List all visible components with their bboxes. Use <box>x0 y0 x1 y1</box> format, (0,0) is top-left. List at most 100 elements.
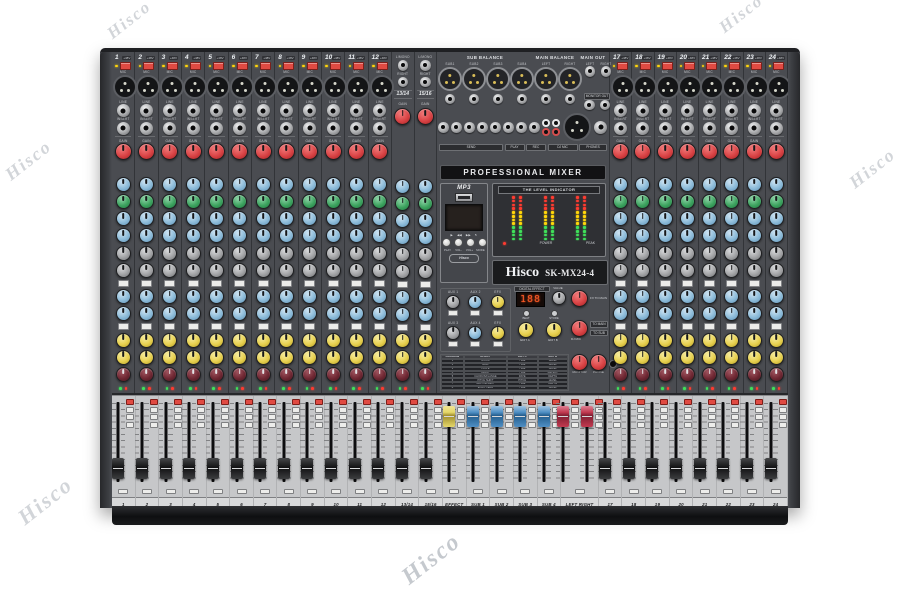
blue-knob[interactable] <box>232 228 247 243</box>
fader-track[interactable] <box>645 398 659 486</box>
yellow-knob[interactable] <box>418 333 433 348</box>
phones-jack[interactable] <box>594 121 607 134</box>
insert-out-jack[interactable] <box>493 94 504 105</box>
blue-knob[interactable] <box>702 289 717 304</box>
eq-switch-button[interactable] <box>771 323 782 330</box>
fader-cap[interactable] <box>278 458 290 479</box>
gain-knob[interactable] <box>161 143 178 160</box>
blue-knob[interactable] <box>256 211 271 226</box>
gray-knob[interactable] <box>186 246 201 261</box>
mute-button[interactable] <box>410 399 418 405</box>
blue-knob[interactable] <box>724 228 739 243</box>
fader-cap[interactable] <box>420 458 432 479</box>
blue-knob[interactable] <box>395 230 410 245</box>
blue-knob[interactable] <box>724 289 739 304</box>
eq-switch-button[interactable] <box>682 280 693 287</box>
pfl-button[interactable] <box>166 489 176 495</box>
maroon-knob[interactable] <box>279 367 294 382</box>
phantom-button[interactable] <box>120 62 131 70</box>
gray-knob[interactable] <box>395 247 410 262</box>
assign-button[interactable] <box>292 422 300 428</box>
blue-knob[interactable] <box>302 228 317 243</box>
assign-button[interactable] <box>268 422 276 428</box>
fader-cap[interactable] <box>765 458 777 479</box>
eq-switch-button[interactable] <box>188 280 199 287</box>
fader-track[interactable] <box>764 398 778 486</box>
blue-knob[interactable] <box>747 289 762 304</box>
fader-cap[interactable] <box>557 406 569 427</box>
maroon-knob[interactable] <box>658 367 673 382</box>
blue-knob[interactable] <box>702 228 717 243</box>
eq-switch-button[interactable] <box>258 323 269 330</box>
gray-knob[interactable] <box>302 263 317 278</box>
mic-xlr-input[interactable] <box>206 75 230 99</box>
assign-button[interactable] <box>386 422 394 428</box>
assign-button[interactable] <box>174 422 182 428</box>
mic-xlr-input[interactable] <box>300 75 324 99</box>
gray-knob[interactable] <box>372 246 387 261</box>
insert-jack[interactable] <box>117 122 130 135</box>
yellow-knob[interactable] <box>116 350 131 365</box>
yellow-knob[interactable] <box>372 333 387 348</box>
fader-cap[interactable] <box>183 458 195 479</box>
line-input-jack[interactable] <box>187 104 200 117</box>
phantom-button[interactable] <box>684 62 695 70</box>
assign-button[interactable] <box>245 422 253 428</box>
blue-knob[interactable] <box>139 306 154 321</box>
blue-knob[interactable] <box>326 177 341 192</box>
assign-button[interactable] <box>386 407 394 413</box>
blue-knob[interactable] <box>162 211 177 226</box>
blue-knob[interactable] <box>326 306 341 321</box>
blue-knob[interactable] <box>613 211 628 226</box>
mute-button[interactable] <box>126 399 134 405</box>
gray-knob[interactable] <box>302 246 317 261</box>
line-input-jack[interactable] <box>659 104 672 117</box>
yellow-knob[interactable] <box>372 350 387 365</box>
eq-switch-button[interactable] <box>188 323 199 330</box>
green-knob[interactable] <box>747 194 762 209</box>
blue-knob[interactable] <box>116 289 131 304</box>
assign-button[interactable] <box>481 407 489 413</box>
assign-button[interactable] <box>150 414 158 420</box>
mic-xlr-input[interactable] <box>745 75 769 99</box>
blue-knob[interactable] <box>186 211 201 226</box>
eq-switch-button[interactable] <box>351 280 362 287</box>
eq-switch-button[interactable] <box>749 323 760 330</box>
assign-button[interactable] <box>660 407 668 413</box>
eq-switch-button[interactable] <box>420 281 431 288</box>
blue-knob[interactable] <box>279 289 294 304</box>
line-input-jack[interactable] <box>703 104 716 117</box>
blue-knob[interactable] <box>769 228 784 243</box>
blue-knob[interactable] <box>680 289 695 304</box>
fader-cap[interactable] <box>646 458 658 479</box>
blue-knob[interactable] <box>209 177 224 192</box>
assign-button[interactable] <box>126 407 134 413</box>
value-knob[interactable] <box>552 291 566 305</box>
aux-switch-button[interactable] <box>448 310 458 316</box>
blue-knob[interactable] <box>769 306 784 321</box>
eq-switch-button[interactable] <box>258 280 269 287</box>
fader-track[interactable] <box>537 398 551 486</box>
blue-knob[interactable] <box>418 213 433 228</box>
line-input-jack[interactable] <box>140 104 153 117</box>
fader-cap[interactable] <box>207 458 219 479</box>
mute-button[interactable] <box>268 399 276 405</box>
green-knob[interactable] <box>680 194 695 209</box>
pfl-button[interactable] <box>605 489 615 495</box>
pfl-button[interactable] <box>652 489 662 495</box>
eq-switch-button[interactable] <box>164 280 175 287</box>
blue-knob[interactable] <box>658 228 673 243</box>
fader-track[interactable] <box>253 398 267 486</box>
mic-xlr-input[interactable] <box>230 75 254 99</box>
phantom-button[interactable] <box>751 62 762 70</box>
eq-switch-button[interactable] <box>726 280 737 287</box>
fader-track[interactable] <box>513 398 527 486</box>
insert-jack[interactable] <box>614 122 627 135</box>
yellow-knob[interactable] <box>724 333 739 348</box>
assign-button[interactable] <box>613 422 621 428</box>
maroon-knob[interactable] <box>680 367 695 382</box>
assign-button[interactable] <box>505 422 513 428</box>
pfl-button[interactable] <box>118 489 128 495</box>
blue-knob[interactable] <box>186 228 201 243</box>
blue-knob[interactable] <box>232 177 247 192</box>
